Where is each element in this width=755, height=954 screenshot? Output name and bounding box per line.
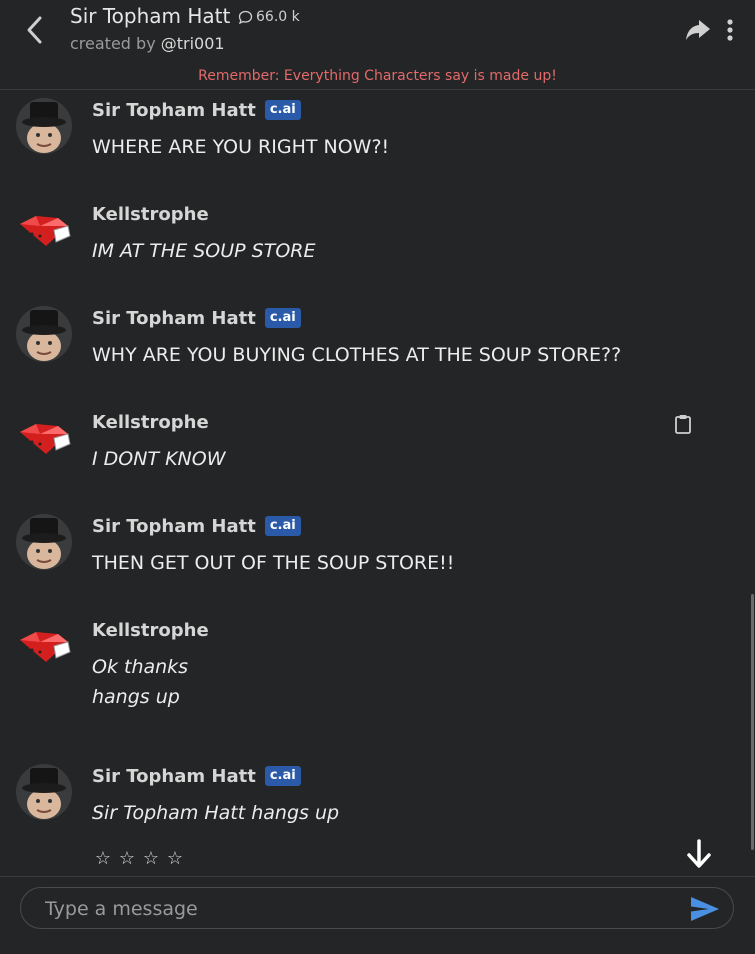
message-text-line: Ok thanks — [92, 656, 189, 678]
message-text: WHY ARE YOU BUYING CLOTHES AT THE SOUP S… — [92, 344, 622, 366]
character-avatar[interactable] — [16, 764, 72, 820]
chat-count-value: 66.0 k — [256, 9, 300, 25]
clipboard-icon — [675, 415, 691, 434]
ai-badge: c.ai — [264, 100, 301, 120]
rating-star-1[interactable]: ☆ — [94, 848, 112, 869]
message-item: Sir Topham Hatt c.ai Sir Topham Hatt han… — [0, 764, 740, 834]
disclaimer-banner: Remember: Everything Characters say is m… — [198, 68, 557, 84]
author-row: Sir Topham Hatt c.ai — [92, 514, 301, 538]
scrollbar[interactable] — [751, 594, 754, 850]
user-avatar[interactable] — [16, 618, 72, 674]
user-avatar[interactable] — [16, 410, 72, 466]
rating-stars: ☆ ☆ ☆ ☆ — [94, 848, 184, 869]
message-text: THEN GET OUT OF THE SOUP STORE!! — [92, 552, 455, 574]
chat-count: 66.0 k — [238, 9, 300, 25]
share-arrow-icon — [686, 20, 710, 40]
author-row: Kellstrophe — [92, 202, 209, 226]
more-options-button[interactable] — [722, 16, 738, 44]
rating-star-3[interactable]: ☆ — [142, 848, 160, 869]
divider — [0, 876, 755, 877]
message-input[interactable] — [43, 894, 647, 924]
author-row: Sir Topham Hatt c.ai — [92, 98, 301, 122]
scroll-down-button[interactable] — [684, 838, 714, 872]
created-by-prefix: created by — [70, 34, 156, 53]
character-avatar[interactable] — [16, 514, 72, 570]
author-row: Kellstrophe — [92, 618, 209, 642]
message-item: Kellstrophe IM AT THE SOUP STORE — [0, 202, 740, 272]
character-avatar[interactable] — [16, 306, 72, 362]
chat-header: Sir Topham Hatt 66.0 k created by @tri00… — [0, 0, 755, 64]
message-text-line: hangs up — [92, 686, 180, 708]
ai-badge: c.ai — [264, 516, 301, 536]
vertical-dots-icon — [727, 19, 733, 41]
message-text: WHERE ARE YOU RIGHT NOW?! — [92, 136, 390, 158]
arrow-down-icon — [687, 839, 711, 868]
message-item: Kellstrophe Ok thanks hangs up — [0, 618, 740, 718]
share-button[interactable] — [684, 16, 712, 44]
message-text: I DONT KNOW — [92, 448, 226, 470]
character-avatar[interactable] — [16, 98, 72, 154]
divider — [0, 89, 755, 90]
author-name: Kellstrophe — [92, 619, 209, 641]
ai-badge: c.ai — [264, 308, 301, 328]
message-item: Sir Topham Hatt c.ai WHY ARE YOU BUYING … — [0, 306, 740, 376]
author-row: Kellstrophe — [92, 410, 209, 434]
ai-badge: c.ai — [264, 766, 301, 786]
send-icon — [691, 897, 719, 921]
author-name: Sir Topham Hatt — [92, 99, 256, 121]
message-item: Kellstrophe I DONT KNOW — [0, 410, 740, 480]
rating-star-2[interactable]: ☆ — [118, 848, 136, 869]
author-name: Kellstrophe — [92, 411, 209, 433]
author-name: Sir Topham Hatt — [92, 765, 256, 787]
back-button[interactable] — [22, 14, 48, 46]
creator-link[interactable]: @tri001 — [161, 34, 225, 53]
rating-star-4[interactable]: ☆ — [166, 848, 184, 869]
author-name: Sir Topham Hatt — [92, 307, 256, 329]
author-row: Sir Topham Hatt c.ai — [92, 764, 301, 788]
message-text: IM AT THE SOUP STORE — [92, 240, 316, 262]
message-composer — [20, 887, 734, 929]
message-item: Sir Topham Hatt c.ai WHERE ARE YOU RIGHT… — [0, 98, 740, 168]
speech-bubble-icon — [238, 10, 253, 24]
chat-screen: Sir Topham Hatt 66.0 k created by @tri00… — [0, 0, 755, 954]
message-text: Sir Topham Hatt hangs up — [92, 802, 340, 824]
character-name[interactable]: Sir Topham Hatt — [70, 4, 230, 28]
author-name: Kellstrophe — [92, 203, 209, 225]
created-by: created by @tri001 — [70, 34, 225, 53]
chevron-left-icon — [27, 16, 42, 44]
send-button[interactable] — [689, 895, 721, 923]
author-name: Sir Topham Hatt — [92, 515, 256, 537]
author-row: Sir Topham Hatt c.ai — [92, 306, 301, 330]
message-item: Sir Topham Hatt c.ai THEN GET OUT OF THE… — [0, 514, 740, 584]
user-avatar[interactable] — [16, 202, 72, 258]
copy-button[interactable] — [674, 414, 692, 434]
